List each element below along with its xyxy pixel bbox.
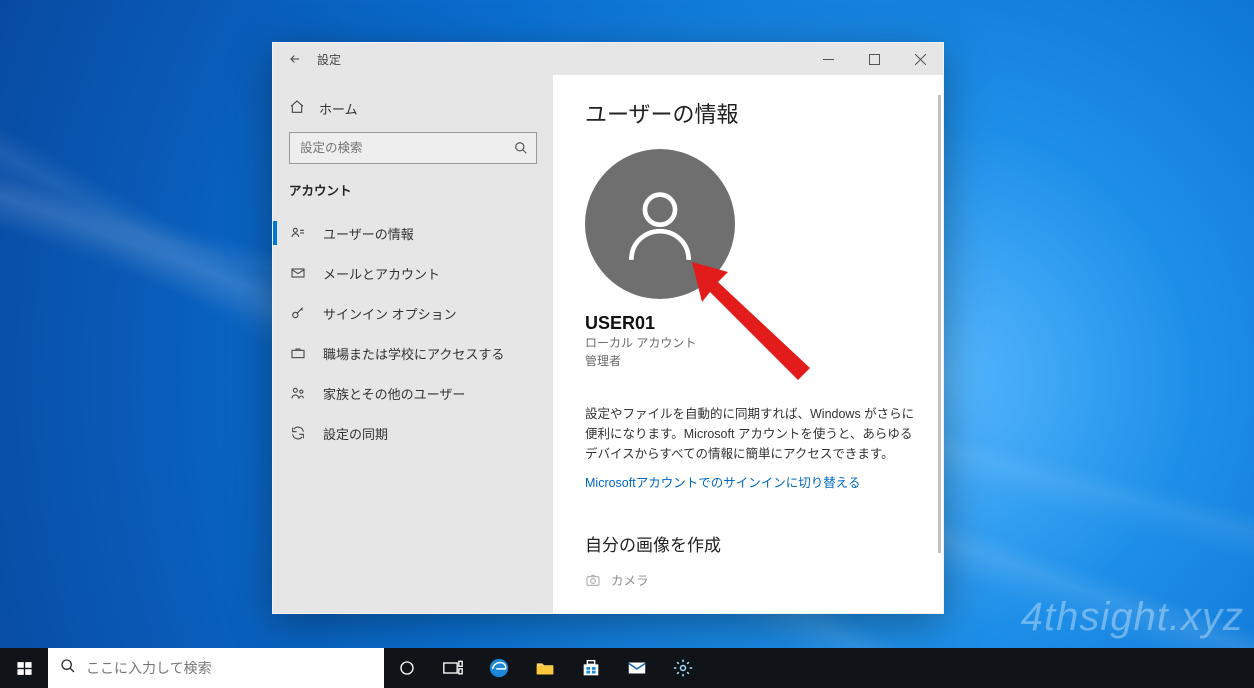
camera-icon	[585, 572, 601, 588]
nav-sync-settings[interactable]: 設定の同期	[273, 413, 553, 453]
home-link[interactable]: ホーム	[273, 93, 553, 132]
start-button[interactable]	[0, 648, 48, 688]
close-icon	[915, 54, 926, 65]
mail-app-icon	[626, 657, 648, 679]
nav-list: ユーザーの情報 メールとアカウント サインイン オプション	[273, 213, 553, 453]
maximize-icon	[869, 54, 880, 65]
sync-description: 設定やファイルを自動的に同期すれば、Windows がさらに便利になります。Mi…	[585, 404, 915, 464]
sidebar: ホーム アカウント ユーザーの情報	[273, 75, 553, 613]
folder-icon	[534, 657, 556, 679]
close-button[interactable]	[897, 43, 943, 75]
taskbar-app-explorer[interactable]	[522, 648, 568, 688]
mail-icon	[289, 265, 307, 281]
arrow-left-icon	[288, 52, 302, 66]
task-view-button[interactable]	[430, 648, 476, 688]
account-type: ローカル アカウント	[585, 334, 915, 352]
taskbar: ここに入力して検索	[0, 648, 1254, 688]
create-picture-heading: 自分の画像を作成	[585, 531, 915, 556]
account-role: 管理者	[585, 352, 915, 370]
minimize-icon	[823, 54, 834, 65]
edge-icon	[488, 657, 510, 679]
settings-window: 設定 ホーム アカウント	[272, 42, 944, 614]
person-icon	[617, 181, 703, 267]
scrollbar[interactable]	[938, 95, 941, 553]
titlebar: 設定	[273, 43, 943, 75]
windows-icon	[16, 660, 33, 677]
nav-label: メールとアカウント	[323, 264, 440, 283]
home-icon	[289, 99, 305, 118]
nav-signin-options[interactable]: サインイン オプション	[273, 293, 553, 333]
window-title: 設定	[317, 51, 341, 68]
taskbar-app-settings[interactable]	[660, 648, 706, 688]
taskbar-search-placeholder: ここに入力して検索	[86, 658, 212, 678]
avatar	[585, 149, 735, 299]
nav-label: 設定の同期	[323, 424, 388, 443]
camera-option[interactable]: カメラ	[585, 570, 915, 589]
maximize-button[interactable]	[851, 43, 897, 75]
switch-account-link[interactable]: Microsoftアカウントでのサインインに切り替える	[585, 472, 915, 491]
page-heading: ユーザーの情報	[585, 97, 915, 129]
nav-label: 家族とその他のユーザー	[323, 384, 465, 403]
content-pane: ユーザーの情報 USER01 ローカル アカウント 管理者 設定やファイルを自動…	[553, 75, 943, 613]
cortana-icon	[398, 659, 416, 677]
key-icon	[289, 305, 307, 321]
nav-label: サインイン オプション	[323, 304, 457, 323]
back-button[interactable]	[273, 43, 317, 75]
taskbar-search[interactable]: ここに入力して検索	[48, 648, 384, 688]
search-icon	[506, 141, 536, 155]
home-label: ホーム	[319, 99, 358, 118]
nav-work-school[interactable]: 職場または学校にアクセスする	[273, 333, 553, 373]
family-icon	[289, 385, 307, 401]
nav-label: ユーザーの情報	[323, 224, 414, 243]
taskbar-app-edge[interactable]	[476, 648, 522, 688]
search-field[interactable]	[290, 141, 506, 155]
nav-user-info[interactable]: ユーザーの情報	[273, 213, 553, 253]
briefcase-icon	[289, 345, 307, 361]
minimize-button[interactable]	[805, 43, 851, 75]
nav-family-users[interactable]: 家族とその他のユーザー	[273, 373, 553, 413]
taskbar-app-mail[interactable]	[614, 648, 660, 688]
user-card-icon	[289, 225, 307, 241]
nav-mail-accounts[interactable]: メールとアカウント	[273, 253, 553, 293]
username: USER01	[585, 313, 915, 334]
camera-label: カメラ	[611, 570, 649, 589]
sync-icon	[289, 425, 307, 441]
taskbar-app-store[interactable]	[568, 648, 614, 688]
store-icon	[580, 657, 602, 679]
cortana-button[interactable]	[384, 648, 430, 688]
gear-icon	[673, 658, 693, 678]
section-label: アカウント	[273, 180, 553, 213]
search-icon	[60, 658, 76, 679]
nav-label: 職場または学校にアクセスする	[323, 344, 504, 363]
task-view-icon	[443, 660, 463, 676]
watermark: 4thsight.xyz	[1021, 595, 1244, 640]
search-input[interactable]	[289, 132, 537, 164]
